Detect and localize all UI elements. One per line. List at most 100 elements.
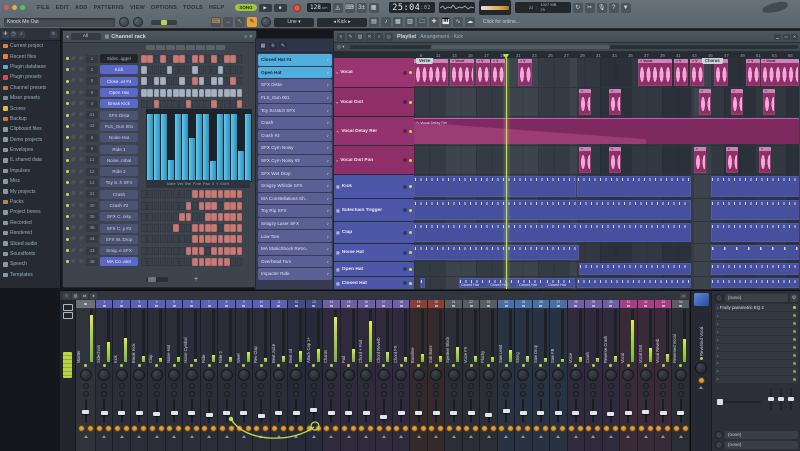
playlist-close-icon[interactable]: ✕: [791, 34, 798, 40]
track-label-vocal-delay-rel[interactable]: ∿Vocal Delay Rel: [334, 117, 414, 146]
mixer-strip-chants[interactable]: 14Chants: [323, 300, 340, 451]
strip-pan-knob[interactable]: [378, 369, 390, 381]
channel-volume-knob[interactable]: [79, 101, 85, 107]
channel-button[interactable]: Break Kick: [100, 99, 138, 108]
mixer-strip-chord-pad[interactable]: 16Chord + Pad: [358, 300, 375, 451]
eq-low-knob[interactable]: [638, 425, 645, 432]
eq-high-knob[interactable]: [559, 425, 566, 432]
pattern-clip[interactable]: [414, 176, 576, 197]
channel-volume-knob[interactable]: [79, 225, 85, 231]
step-cell[interactable]: [147, 247, 153, 255]
piano-roll-icon[interactable]: ♪: [381, 17, 391, 27]
strip-send-knob[interactable]: [171, 391, 177, 397]
pattern-clip[interactable]: [420, 278, 425, 288]
mixer-strip-string[interactable]: 25String: [515, 300, 532, 451]
step-cell[interactable]: [237, 213, 243, 221]
picker-item-open-hat[interactable]: Open Hat♪: [258, 67, 332, 79]
shuffle-slider[interactable]: [151, 20, 177, 25]
strip-route-arrow[interactable]: [539, 435, 543, 438]
eq-high-knob[interactable]: [647, 425, 654, 432]
track-enable-led[interactable]: [409, 159, 412, 162]
strip-pan-knob[interactable]: [413, 369, 425, 381]
fx-send-1[interactable]: (none): [715, 431, 798, 439]
strip-stereo-knob[interactable]: [293, 383, 299, 389]
audio-clip[interactable]: ≡ Vocal: [450, 59, 474, 86]
picker-item-low-tom[interactable]: Low Tom♪: [258, 230, 332, 242]
step-cell[interactable]: [192, 55, 198, 63]
strip-fader[interactable]: [550, 398, 566, 424]
mixer-strip-speaker-block[interactable]: 21Speaker Block: [445, 300, 462, 451]
strip-stereo-knob[interactable]: [328, 383, 334, 389]
step-cell[interactable]: [211, 100, 217, 108]
eq-low-knob[interactable]: [96, 425, 103, 432]
pattern-clip[interactable]: Closed Hat: [517, 278, 546, 288]
step-cell[interactable]: [167, 100, 173, 108]
step-cell[interactable]: [199, 190, 205, 198]
slot-enable-led[interactable]: [793, 370, 796, 373]
step-cell[interactable]: [192, 258, 198, 266]
picker-item-ma-constellations-sh[interactable]: MA Constellations Sh..♪: [258, 193, 332, 205]
step-cell[interactable]: [160, 247, 166, 255]
slot-enable-led[interactable]: [793, 314, 796, 317]
step-cell[interactable]: [224, 202, 230, 210]
strip-pan-knob[interactable]: [552, 369, 564, 381]
step-cell[interactable]: [211, 202, 217, 210]
step-cell[interactable]: [192, 224, 198, 232]
strip-stereo-knob[interactable]: [119, 383, 125, 389]
audio-clip[interactable]: ≡: [726, 147, 738, 173]
step-cell[interactable]: [167, 77, 173, 85]
strip-fader[interactable]: [533, 398, 549, 424]
draw-mode-icon[interactable]: ✎: [247, 17, 257, 27]
step-cell[interactable]: [141, 55, 147, 63]
strip-pan-knob[interactable]: [325, 369, 337, 381]
slot-enable-led[interactable]: [793, 354, 796, 357]
playlist-magnet-icon[interactable]: ◎: [385, 33, 393, 41]
browser-item-sliced-audio[interactable]: Sliced audio: [0, 238, 60, 248]
marker-chorus[interactable]: Chorus: [702, 58, 723, 64]
strip-pan-knob[interactable]: [168, 369, 180, 381]
channel-mute-led[interactable]: [66, 204, 69, 207]
channel-mute-led[interactable]: [66, 125, 69, 128]
step-edit-icon[interactable]: →: [223, 17, 233, 27]
eq-high-knob[interactable]: [490, 425, 497, 432]
strip-fader[interactable]: [672, 398, 688, 424]
dock-main-fader[interactable]: [63, 352, 72, 378]
fader-handle[interactable]: [293, 411, 300, 415]
strip-fader[interactable]: [568, 398, 584, 424]
track-label-vocal-dist[interactable]: ≈Vocal Dist: [334, 88, 414, 117]
strip-send-knob[interactable]: [573, 391, 579, 397]
pattern-selector[interactable]: ◂ Kick ▸: [317, 18, 367, 27]
window-minimize-icon[interactable]: [12, 5, 17, 10]
snap-selector[interactable]: Line ▾: [274, 18, 314, 27]
step-cell[interactable]: [192, 235, 198, 243]
mixer-strip-rev-clap[interactable]: 10Rev Clap: [253, 300, 270, 451]
eq-high-knob[interactable]: [140, 425, 147, 432]
channel-volume-knob[interactable]: [79, 259, 85, 265]
strip-stereo-knob[interactable]: [503, 383, 509, 389]
audio-clip[interactable]: ≡: [609, 147, 621, 173]
strip-mute-led[interactable]: [365, 364, 368, 367]
strip-fader[interactable]: [131, 398, 147, 424]
strip-mute-led[interactable]: [539, 364, 542, 367]
fader-handle[interactable]: [188, 411, 195, 415]
picker-item-smigzy-laser-sfx[interactable]: Smigzy Laser SFX♪: [258, 218, 332, 230]
step-cell[interactable]: [160, 258, 166, 266]
step-cell[interactable]: [141, 100, 147, 108]
swing-slider[interactable]: [146, 277, 168, 282]
strip-route-arrow[interactable]: [626, 435, 630, 438]
eq-low-knob[interactable]: [550, 425, 557, 432]
strip-send-knob[interactable]: [346, 391, 352, 397]
eq-low-knob[interactable]: [515, 425, 522, 432]
step-cell[interactable]: [230, 77, 236, 85]
strip-send-knob[interactable]: [433, 391, 439, 397]
step-cell[interactable]: [173, 202, 179, 210]
channel-button[interactable]: Noise..mbal: [100, 156, 138, 165]
channel-mute-led[interactable]: [66, 57, 69, 60]
step-cell[interactable]: [218, 89, 224, 97]
strip-mute-led[interactable]: [609, 364, 612, 367]
strip-stereo-knob[interactable]: [590, 383, 596, 389]
strip-send-knob[interactable]: [189, 391, 195, 397]
step-cell[interactable]: [192, 66, 198, 74]
channel-pan-knob[interactable]: [71, 180, 77, 186]
browser-item-il-shared-data[interactable]: IL shared data: [0, 155, 60, 165]
